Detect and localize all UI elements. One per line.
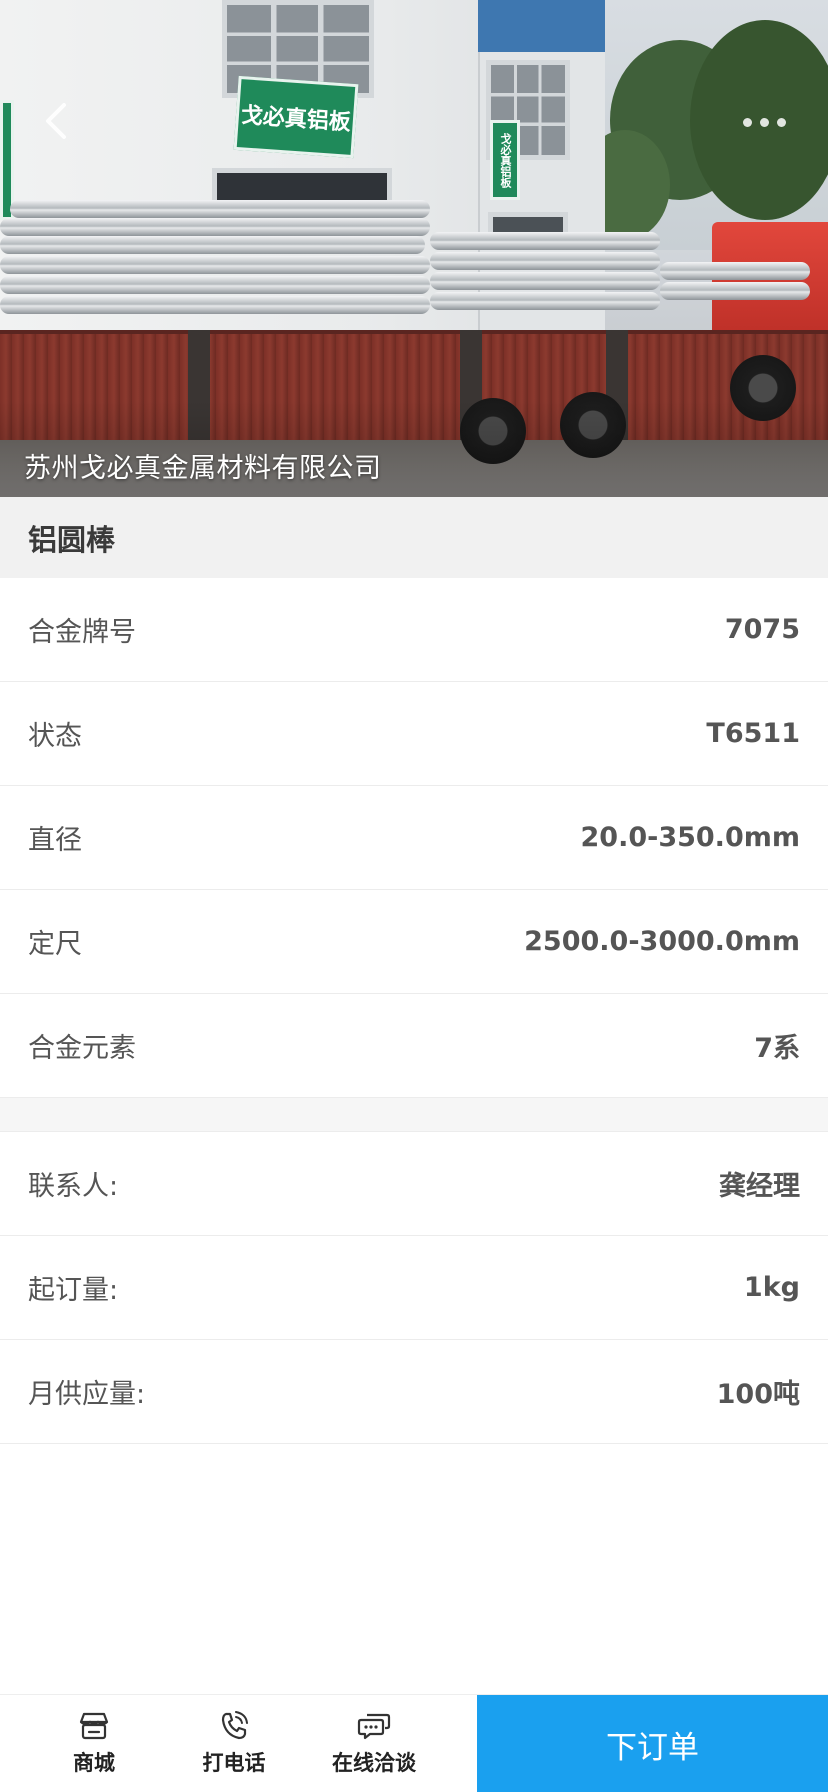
place-order-button[interactable]: 下订单 xyxy=(477,1695,828,1792)
spec-row-fixed-length: 定尺 2500.0-3000.0mm xyxy=(0,890,828,994)
product-title: 铝圆棒 xyxy=(28,522,116,557)
bar-bundle xyxy=(0,256,430,274)
spec-value: 20.0-350.0mm xyxy=(580,822,801,853)
contact-label: 起订量: xyxy=(28,1275,119,1306)
bar-bundle xyxy=(0,236,425,254)
spec-row-temper: 状态 T6511 xyxy=(0,682,828,786)
phone-icon xyxy=(221,1711,248,1740)
spec-value: 7系 xyxy=(754,1033,800,1064)
bar-bundle xyxy=(430,272,660,290)
spec-value: T6511 xyxy=(706,718,800,749)
spec-value: 7075 xyxy=(724,614,800,645)
spec-label: 状态 xyxy=(28,721,82,752)
factory-side-sign-text: 戈必真铝板 xyxy=(499,132,512,188)
call-button[interactable]: 打电话 xyxy=(164,1695,304,1792)
contact-row-min-order: 起订量: 1kg xyxy=(0,1236,828,1340)
spec-row-alloy-element: 合金元素 7系 xyxy=(0,994,828,1098)
contact-label: 月供应量: xyxy=(28,1379,146,1410)
product-title-band: 铝圆棒 xyxy=(0,497,828,578)
more-dots-icon xyxy=(759,117,769,127)
more-button[interactable] xyxy=(734,108,794,136)
chat-label: 在线洽谈 xyxy=(332,1751,416,1775)
spec-label: 直径 xyxy=(28,825,82,856)
more-dots-icon xyxy=(742,117,752,127)
spec-list: 合金牌号 7075 状态 T6511 直径 20.0-350.0mm 定尺 25… xyxy=(0,578,828,1098)
spec-label: 定尺 xyxy=(28,929,82,960)
more-dots-icon xyxy=(776,117,786,127)
contact-value: 龚经理 xyxy=(719,1171,800,1202)
bar-bundle xyxy=(10,200,430,218)
bar-bundle xyxy=(430,232,660,250)
bar-bundle xyxy=(0,218,430,236)
aluminum-bars-load xyxy=(0,200,820,330)
contact-list: 联系人: 龚经理 起订量: 1kg 月供应量: 100吨 xyxy=(0,1132,828,1444)
bar-bundle xyxy=(0,296,430,314)
shop-label: 商城 xyxy=(73,1751,115,1775)
storefront-icon xyxy=(79,1712,109,1740)
chevron-left-icon xyxy=(46,103,66,139)
contact-row-person: 联系人: 龚经理 xyxy=(0,1132,828,1236)
bar-bundle xyxy=(660,282,810,300)
contact-value: 1kg xyxy=(743,1272,800,1303)
factory-side-sign: 戈必真铝板 xyxy=(490,120,520,200)
bar-bundle xyxy=(430,252,660,270)
spec-row-alloy-grade: 合金牌号 7075 xyxy=(0,578,828,682)
contact-value: 100吨 xyxy=(716,1379,800,1410)
roof-band xyxy=(478,0,605,52)
bar-bundle xyxy=(430,292,660,310)
spec-label: 合金牌号 xyxy=(28,617,136,648)
spec-label: 合金元素 xyxy=(28,1033,136,1064)
factory-sign: 戈必真铝板 xyxy=(233,75,359,159)
call-label: 打电话 xyxy=(202,1751,266,1775)
spec-value: 2500.0-3000.0mm xyxy=(524,926,800,957)
chat-bubbles-icon xyxy=(357,1713,391,1740)
bar-bundle xyxy=(0,276,430,294)
shop-button[interactable]: 商城 xyxy=(24,1695,164,1792)
back-button[interactable] xyxy=(30,90,80,152)
contact-label: 联系人: xyxy=(28,1171,119,1202)
spec-row-diameter: 直径 20.0-350.0mm xyxy=(0,786,828,890)
bottom-action-bar: 商城 打电话 在线洽谈 下订单 xyxy=(0,1694,828,1792)
company-name: 苏州戈必真金属材料有限公司 xyxy=(24,453,382,484)
product-photo[interactable]: 戈必真铝板 戈必真铝板 苏州戈必真金属材料有限公司 xyxy=(0,0,828,497)
bar-bundle xyxy=(660,262,810,280)
product-detail-page: 戈必真铝板 戈必真铝板 苏州戈必真金属材料有限公司 铝圆棒 合金牌号 7075 … xyxy=(0,0,828,1792)
factory-sign-text: 戈必真铝板 xyxy=(240,103,352,136)
section-divider xyxy=(0,1098,828,1132)
contact-row-monthly-supply: 月供应量: 100吨 xyxy=(0,1340,828,1444)
chat-button[interactable]: 在线洽谈 xyxy=(304,1695,444,1792)
